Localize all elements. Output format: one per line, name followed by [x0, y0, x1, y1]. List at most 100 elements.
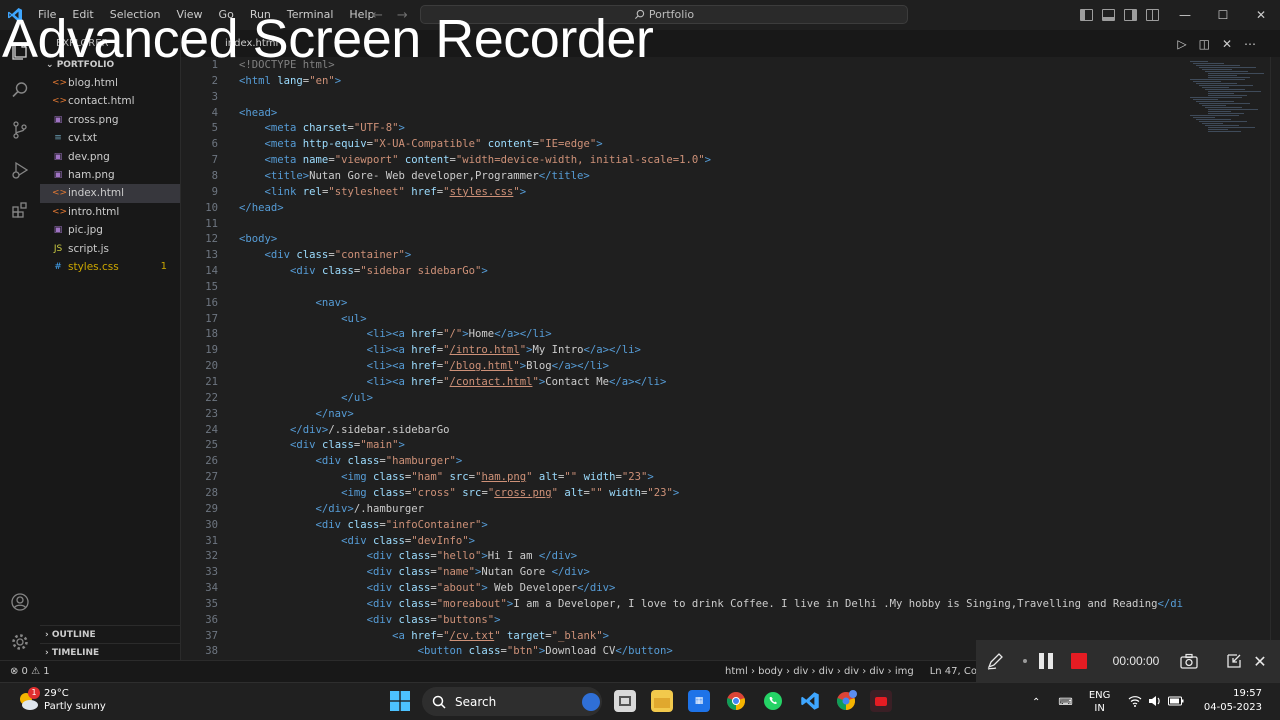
split-editor-icon[interactable]: ◫	[1199, 37, 1210, 51]
code-line[interactable]: 29 </div>/.hamburger	[181, 502, 1191, 518]
code-line[interactable]: 34 <div class="about"> Web Developer</di…	[181, 581, 1191, 597]
chrome-icon[interactable]	[725, 690, 747, 712]
minimize-button[interactable]: —	[1166, 0, 1204, 30]
code-line[interactable]: 14 <div class="sidebar sidebarGo">	[181, 264, 1191, 280]
line-number: 19	[205, 344, 218, 357]
task-view-icon[interactable]	[614, 690, 636, 712]
code-line[interactable]: 32 <div class="hello">Hi I am </div>	[181, 549, 1191, 565]
minimize-recorder-icon[interactable]	[1224, 651, 1244, 671]
run-debug-icon[interactable]	[0, 150, 40, 190]
code-line[interactable]: 7 <meta name="viewport" content="width=d…	[181, 153, 1191, 169]
settings-gear-icon[interactable]	[0, 622, 40, 662]
close-editor-icon[interactable]: ✕	[1222, 37, 1232, 51]
vscode-taskbar-icon[interactable]	[799, 690, 821, 712]
toggle-panel-icon[interactable]	[1102, 9, 1115, 21]
code-line[interactable]: 28 <img class="cross" src="cross.png" al…	[181, 486, 1191, 502]
code-line[interactable]: 18 <li><a href="/">Home</a></li>	[181, 327, 1191, 343]
taskbar-search[interactable]: Search	[422, 687, 602, 716]
code-line[interactable]: 21 <li><a href="/contact.html">Contact M…	[181, 375, 1191, 391]
search-icon[interactable]	[0, 70, 40, 110]
code-line[interactable]: 13 <div class="container">	[181, 248, 1191, 264]
file-item[interactable]: ▣ cross.png	[40, 111, 180, 129]
code-line[interactable]: 8 <title>Nutan Gore- Web developer,Progr…	[181, 169, 1191, 185]
code-line[interactable]: 22 </ul>	[181, 391, 1191, 407]
bing-icon[interactable]	[582, 693, 600, 711]
chrome-profile-icon[interactable]	[836, 690, 858, 712]
weather-widget[interactable]: 1 29°C Partly sunny	[16, 687, 106, 713]
code-editor[interactable]: 1 <!DOCTYPE html> 2 <html lang="en"> 3 4 <head…	[181, 57, 1280, 660]
code-line[interactable]: 35 <div class="moreabout">I am a Develop…	[181, 597, 1191, 613]
file-item[interactable]: JS script.js	[40, 240, 180, 258]
code-line[interactable]: 11	[181, 217, 1191, 233]
file-item[interactable]: <> intro.html	[40, 203, 180, 221]
file-type-icon: <>	[52, 96, 68, 107]
code-line[interactable]: 31 <div class="devInfo">	[181, 534, 1191, 550]
editor-scrollbar[interactable]	[1270, 57, 1280, 660]
code-text: <li><a href="/">Home</a></li>	[366, 328, 552, 341]
volume-icon[interactable]	[1148, 695, 1162, 710]
code-line[interactable]: 3	[181, 90, 1191, 106]
code-line[interactable]: 24 </div>/.sidebar.sidebarGo	[181, 423, 1191, 439]
code-line[interactable]: 4 <head>	[181, 106, 1191, 122]
code-line[interactable]: 9 <link rel="stylesheet" href="styles.cs…	[181, 185, 1191, 201]
run-play-icon[interactable]: ▷	[1177, 37, 1186, 51]
code-line[interactable]: 36 <div class="buttons">	[181, 613, 1191, 629]
toggle-primary-sidebar-icon[interactable]	[1080, 9, 1093, 21]
file-item[interactable]: # styles.css 1	[40, 258, 180, 276]
keyboard-icon[interactable]: ⌨	[1058, 697, 1072, 708]
status-breadcrumb[interactable]: html › body › div › div › div › div › im…	[725, 661, 914, 682]
close-recorder-icon[interactable]: ✕	[1250, 651, 1270, 671]
code-line[interactable]: 5 <meta charset="UTF-8">	[181, 121, 1191, 137]
language-indicator[interactable]: ENG IN	[1089, 689, 1111, 715]
minimap[interactable]	[1190, 57, 1270, 147]
file-item[interactable]: <> blog.html	[40, 74, 180, 92]
wifi-icon[interactable]	[1128, 695, 1142, 710]
timeline-section[interactable]: › TIMELINE	[40, 643, 181, 661]
whatsapp-icon[interactable]	[762, 690, 784, 712]
stop-record-button[interactable]	[1070, 651, 1088, 671]
file-item[interactable]: <> index.html	[40, 184, 180, 203]
chevron-up-icon[interactable]: ⌃	[1032, 697, 1040, 708]
code-line[interactable]: 15	[181, 280, 1191, 296]
code-line[interactable]: 12 <body>	[181, 232, 1191, 248]
file-item[interactable]: <> contact.html	[40, 92, 180, 110]
pause-button[interactable]	[1036, 651, 1056, 671]
accounts-icon[interactable]	[0, 582, 40, 622]
pen-draw-icon[interactable]	[984, 651, 1006, 671]
code-line[interactable]: 27 <img class="ham" src="ham.png" alt=""…	[181, 470, 1191, 486]
extensions-icon[interactable]	[0, 190, 40, 230]
file-explorer-icon[interactable]	[651, 690, 673, 712]
problems-indicator[interactable]: ⊗ 0 ⚠ 1	[10, 661, 50, 682]
source-control-icon[interactable]	[0, 110, 40, 150]
maximize-button[interactable]: ☐	[1204, 0, 1242, 30]
code-line[interactable]: 2 <html lang="en">	[181, 74, 1191, 90]
close-button[interactable]: ✕	[1242, 0, 1280, 30]
recorder-watermark: Advanced Screen Recorder	[2, 9, 654, 69]
code-line[interactable]: 25 <div class="main">	[181, 438, 1191, 454]
more-actions-icon[interactable]: ⋯	[1244, 37, 1256, 51]
file-item[interactable]: ▣ dev.png	[40, 148, 180, 166]
screen-recorder-icon[interactable]	[870, 690, 892, 712]
windows-start-icon[interactable]	[390, 691, 410, 711]
code-line[interactable]: 30 <div class="infoContainer">	[181, 518, 1191, 534]
file-item[interactable]: ≡ cv.txt	[40, 129, 180, 147]
calendar-icon[interactable]: ▦	[688, 690, 710, 712]
code-line[interactable]: 16 <nav>	[181, 296, 1191, 312]
customize-layout-icon[interactable]	[1146, 9, 1159, 21]
code-line[interactable]: 19 <li><a href="/intro.html">My Intro</a…	[181, 343, 1191, 359]
code-line[interactable]: 33 <div class="name">Nutan Gore </div>	[181, 565, 1191, 581]
outline-section[interactable]: › OUTLINE	[40, 625, 181, 643]
code-line[interactable]: 20 <li><a href="/blog.html">Blog</a></li…	[181, 359, 1191, 375]
code-line[interactable]: 6 <meta http-equiv="X-UA-Compatible" con…	[181, 137, 1191, 153]
code-line[interactable]: 23 </nav>	[181, 407, 1191, 423]
code-line[interactable]: 26 <div class="hamburger">	[181, 454, 1191, 470]
taskbar-clock[interactable]: 19:57 04-05-2023	[1204, 687, 1262, 715]
battery-icon[interactable]	[1168, 696, 1184, 709]
camera-icon[interactable]	[1178, 651, 1200, 671]
file-item[interactable]: ▣ pic.jpg	[40, 221, 180, 239]
code-line[interactable]: 10 </head>	[181, 201, 1191, 217]
file-name: pic.jpg	[68, 224, 103, 237]
code-line[interactable]: 17 <ul>	[181, 312, 1191, 328]
file-item[interactable]: ▣ ham.png	[40, 166, 180, 184]
toggle-secondary-sidebar-icon[interactable]	[1124, 9, 1137, 21]
